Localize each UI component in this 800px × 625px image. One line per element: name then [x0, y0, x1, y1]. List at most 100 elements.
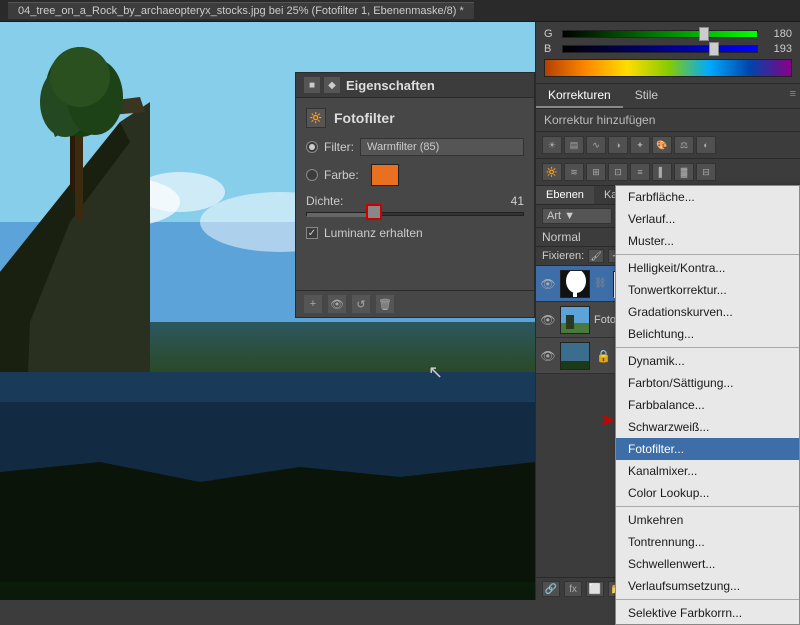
korr-icon-posterize[interactable]: ≡	[630, 163, 650, 181]
menu-separator-2	[616, 347, 799, 348]
dichte-value: 41	[511, 194, 524, 208]
menu-item-umkehren[interactable]: Umkehren	[616, 509, 799, 531]
menu-item-dynamik[interactable]: Dynamik...	[616, 350, 799, 372]
menu-item-tonwert[interactable]: Tonwertkorrektur...	[616, 279, 799, 301]
g-label: G	[544, 28, 556, 40]
dichte-label: Dichte:	[306, 194, 356, 208]
layer-thumb-2	[560, 306, 590, 334]
korr-icon-channelmixer[interactable]: ≋	[564, 163, 584, 181]
luminanz-checkbox[interactable]: ✓	[306, 227, 318, 239]
b-value: 193	[764, 43, 792, 55]
layer-eye-3[interactable]: 👁	[540, 348, 556, 364]
filter-label: Filter:	[324, 140, 354, 154]
menu-item-fotofilter[interactable]: Fotofilter...	[616, 438, 799, 460]
menu-item-farbflaeche[interactable]: Farbfläche...	[616, 186, 799, 208]
menu-item-belichtung[interactable]: Belichtung...	[616, 323, 799, 345]
korr-icon-vibrance[interactable]: ✦	[630, 136, 650, 154]
canvas-area: ■ ◆ Eigenschaften 🔆 Fotofilter Filter: W…	[0, 22, 535, 600]
footer-icon-add[interactable]: +	[304, 295, 322, 313]
properties-panel: ■ ◆ Eigenschaften 🔆 Fotofilter Filter: W…	[295, 72, 535, 318]
menu-item-schwellenwert[interactable]: Schwellenwert...	[616, 553, 799, 575]
korr-icon-gradient[interactable]: ▓	[674, 163, 694, 181]
slider-thumb-arrow: ▲	[370, 207, 379, 217]
filter-dropdown[interactable]: Warmfilter (85)	[360, 138, 524, 156]
layer-thumb-svg-1	[561, 271, 590, 298]
menu-item-muster[interactable]: Muster...	[616, 230, 799, 252]
footer-icon-mask[interactable]: ⬜	[586, 581, 604, 597]
panel-menu-icon[interactable]: ≡	[786, 84, 800, 108]
footer-icon-delete[interactable]: 🗑	[376, 295, 394, 313]
fotofilter-title: Fotofilter	[334, 110, 395, 126]
menu-item-verlauf[interactable]: Verlauf...	[616, 208, 799, 230]
tab-korrekturen[interactable]: Korrekturen	[536, 84, 623, 108]
panel-header: ■ ◆ Eigenschaften	[296, 73, 534, 98]
footer-icon-eye[interactable]: 👁	[328, 295, 346, 313]
menu-item-gradation[interactable]: Gradationskurven...	[616, 301, 799, 323]
panel-icon-layers[interactable]: ■	[304, 77, 320, 93]
menu-item-farbton[interactable]: Farbton/Sättigung...	[616, 372, 799, 394]
menu-item-verlaufsumsetzung[interactable]: Verlaufsumsetzung...	[616, 575, 799, 597]
background-lock-icon: 🔒	[596, 349, 611, 363]
color-swatch[interactable]	[371, 164, 399, 186]
korr-icon-bw[interactable]: ◐	[696, 136, 716, 154]
korr-icon-colorlookup[interactable]: ⊞	[586, 163, 606, 181]
g-slider-row: G 180	[544, 28, 792, 40]
korr-icon-invert[interactable]: ⊡	[608, 163, 628, 181]
panel-content: 🔆 Fotofilter Filter: Warmfilter (85) Far…	[296, 98, 534, 250]
farbe-radio[interactable]	[306, 169, 318, 181]
farbe-label: Farbe:	[324, 168, 359, 182]
tab-stile[interactable]: Stile	[623, 84, 670, 108]
g-slider-track[interactable]	[562, 30, 758, 38]
menu-item-kanalmixer[interactable]: Kanalmixer...	[616, 460, 799, 482]
layer-eye-2[interactable]: 👁	[540, 312, 556, 328]
panel-icon-adjust[interactable]: ◆	[324, 77, 340, 93]
b-slider-row: B 193	[544, 43, 792, 55]
filter-row: Filter: Warmfilter (85)	[306, 138, 524, 156]
b-slider-bar	[562, 45, 758, 53]
footer-icon-fx[interactable]: fx	[564, 581, 582, 597]
korr-icon-selective[interactable]: ⊟	[696, 163, 716, 181]
luminanz-row: ✓ Luminanz erhalten	[306, 226, 524, 240]
b-slider-thumb[interactable]	[709, 42, 719, 56]
menu-item-selektive[interactable]: Selektive Farbkorrn...	[616, 602, 799, 624]
tab-ebenen[interactable]: Ebenen	[536, 186, 594, 204]
korr-icon-brightness[interactable]: ☀	[542, 136, 562, 154]
g-value: 180	[764, 28, 792, 40]
fixieren-label: Fixieren:	[542, 250, 584, 262]
cursor-pointer: ↖	[428, 362, 443, 383]
layer-eye-1[interactable]: 👁	[540, 276, 556, 292]
slider-thumb[interactable]: ▲	[367, 205, 381, 219]
footer-icon-reset[interactable]: ↺	[352, 295, 370, 313]
korr-icon-exposure[interactable]: ◑	[608, 136, 628, 154]
korr-icon-levels[interactable]: ▤	[564, 136, 584, 154]
document-tab[interactable]: 04_tree_on_a_Rock_by_archaeopteryx_stock…	[8, 2, 474, 19]
menu-separator-1	[616, 254, 799, 255]
korr-icon-hue[interactable]: 🎨	[652, 136, 672, 154]
filter-radio[interactable]	[306, 141, 318, 153]
g-slider-thumb[interactable]	[699, 27, 709, 41]
art-dropdown[interactable]: Art ▼	[542, 208, 612, 224]
korr-icon-colorbalance[interactable]: ⚖	[674, 136, 694, 154]
title-bar: 04_tree_on_a_Rock_by_archaeopteryx_stock…	[0, 0, 800, 22]
g-slider-bar	[562, 30, 758, 38]
luminanz-label: Luminanz erhalten	[324, 226, 423, 240]
layer-thumb-svg-3	[561, 343, 590, 370]
menu-item-schwarzweiss[interactable]: Schwarzweiß...	[616, 416, 799, 438]
menu-item-farbbalance[interactable]: Farbbalance...	[616, 394, 799, 416]
panel-footer: + 👁 ↺ 🗑	[296, 290, 534, 317]
korr-panel-header: Korrektur hinzufügen	[536, 109, 800, 132]
panel-header-icons: ■ ◆	[304, 77, 340, 93]
korr-icon-photofilter[interactable]: 🔆	[542, 163, 562, 181]
korr-icon-curves[interactable]: ∿	[586, 136, 606, 154]
menu-item-tontrennung[interactable]: Tontrennung...	[616, 531, 799, 553]
footer-icon-link[interactable]: 🔗	[542, 581, 560, 597]
dichte-slider-container: ▲	[306, 212, 524, 216]
fix-icon-brush[interactable]: 🖌	[588, 249, 604, 263]
menu-item-colorlookup[interactable]: Color Lookup...	[616, 482, 799, 504]
korr-icon-threshold[interactable]: ▌	[652, 163, 672, 181]
b-slider-track[interactable]	[562, 45, 758, 53]
menu-item-helligkeit[interactable]: Helligkeit/Kontra...	[616, 257, 799, 279]
layer-thumb-1	[560, 270, 590, 298]
layer-thumb-svg-2	[561, 307, 590, 334]
slider-thumb-wrapper[interactable]: ▲	[367, 205, 381, 219]
